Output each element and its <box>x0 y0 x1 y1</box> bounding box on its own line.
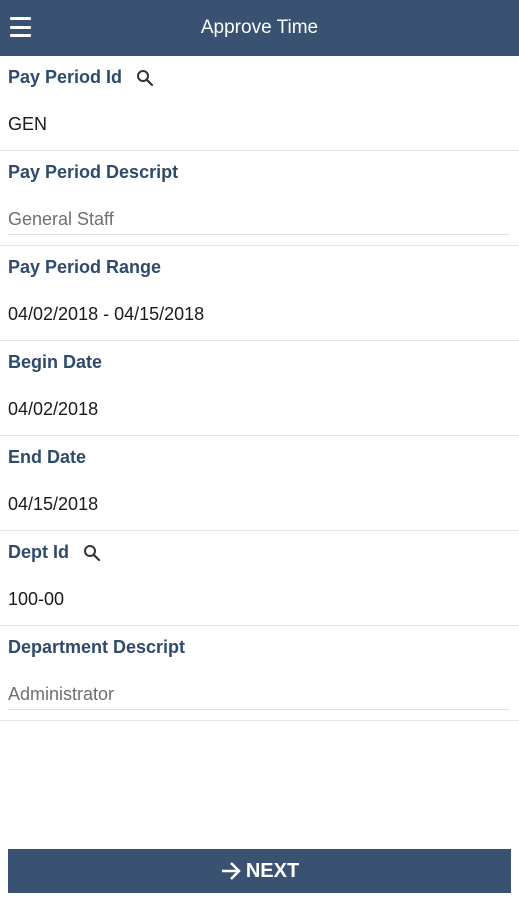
pay-period-range-field: Pay Period Range 04/02/2018 - 04/15/2018 <box>0 246 519 341</box>
begin-date-value: 04/02/2018 <box>8 399 99 419</box>
page-title: Approve Time <box>200 17 319 38</box>
app-bar: Approve Time <box>0 0 519 56</box>
pay-period-id-value[interactable]: GEN <box>8 114 47 135</box>
hamburger-menu-icon[interactable] <box>10 17 31 37</box>
pay-period-id-label: Pay Period Id <box>8 67 123 87</box>
divider <box>8 709 509 710</box>
department-descript-value: Administrator <box>8 684 115 704</box>
department-descript-label: Department Descript <box>8 637 186 657</box>
dept-id-field: Dept Id 100-00 <box>0 531 519 626</box>
dept-id-label: Dept Id <box>8 542 69 562</box>
end-date-field: End Date 04/15/2018 <box>0 436 519 531</box>
dept-id-value[interactable]: 100-00 <box>8 589 64 610</box>
field-label-wrap: Dept Id <box>8 542 101 563</box>
end-date-label: End Date <box>8 447 87 467</box>
pay-period-id-field: Pay Period Id GEN <box>0 56 519 151</box>
arrow-right-icon <box>220 861 242 881</box>
search-icon[interactable] <box>83 544 101 562</box>
pay-period-descript-field: Pay Period Descript General Staff <box>0 151 519 246</box>
end-date-value: 04/15/2018 <box>8 494 99 514</box>
begin-date-field: Begin Date 04/02/2018 <box>0 341 519 436</box>
department-descript-field: Department Descript Administrator <box>0 626 519 721</box>
divider <box>8 234 509 235</box>
form-content: Pay Period Id GEN Pay Period Descript Ge… <box>0 56 519 721</box>
begin-date-label: Begin Date <box>8 352 103 372</box>
pay-period-range-value: 04/02/2018 - 04/15/2018 <box>8 304 205 324</box>
search-icon[interactable] <box>136 69 154 87</box>
field-label-wrap: Pay Period Id <box>8 67 154 88</box>
pay-period-descript-label: Pay Period Descript <box>8 162 179 182</box>
next-button[interactable]: NEXT <box>8 849 511 893</box>
pay-period-range-label: Pay Period Range <box>8 257 162 277</box>
pay-period-descript-value: General Staff <box>8 209 114 229</box>
next-button-label: NEXT <box>245 859 300 882</box>
